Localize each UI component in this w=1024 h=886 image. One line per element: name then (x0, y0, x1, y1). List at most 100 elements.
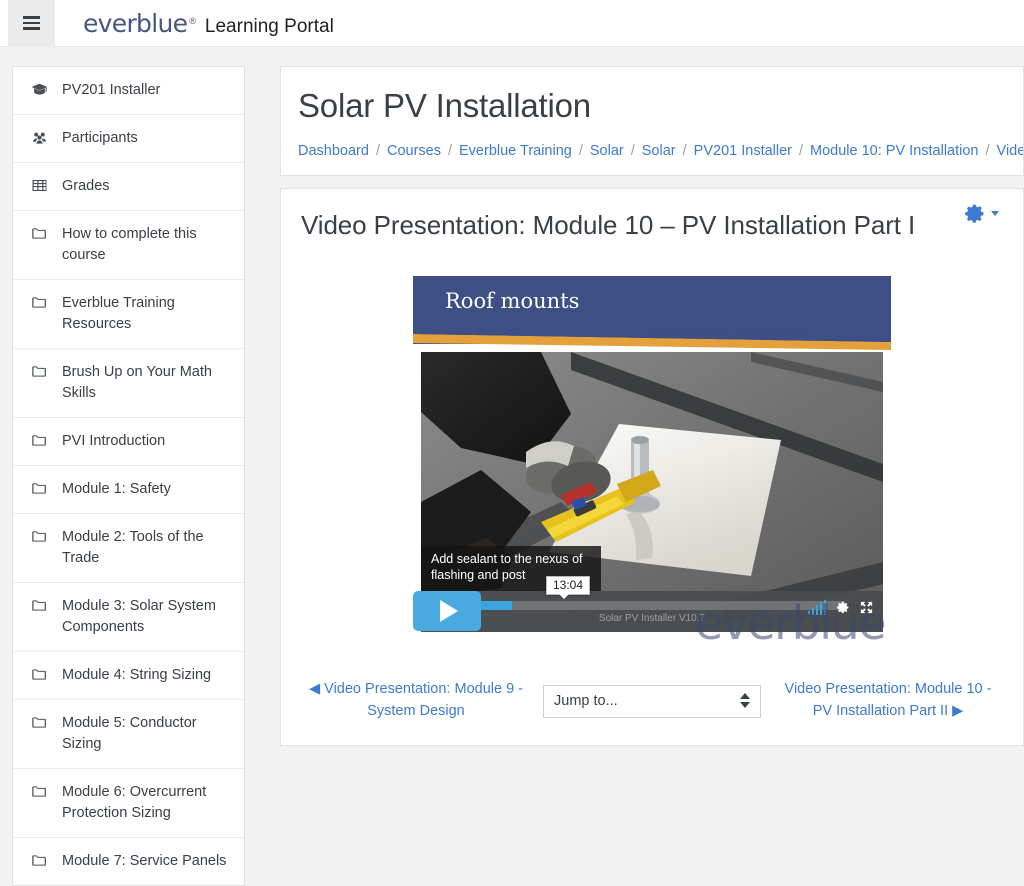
folder-icon (32, 228, 46, 239)
sidebar-item-label: Module 3: Solar System Components (62, 598, 216, 636)
folder-icon (32, 366, 46, 377)
folder-icon (31, 479, 53, 498)
sidebar-item-label: Grades (62, 178, 110, 195)
next-activity-link[interactable]: Video Presentation: Module 10 - PV Insta… (761, 679, 997, 723)
folder-icon (32, 669, 46, 680)
breadcrumb-link[interactable]: Module 10: PV Installation (810, 143, 978, 159)
folder-icon (32, 786, 46, 797)
video-controls-right (807, 600, 875, 616)
video-progress-bar[interactable] (453, 601, 845, 611)
breadcrumb-separator: / (578, 142, 583, 159)
hamburger-bar (23, 27, 40, 30)
breadcrumb-separator: / (375, 142, 380, 159)
jump-to-select[interactable]: Jump to... (543, 684, 761, 718)
video-controls-bar[interactable]: 13:04 Solar PV Installer V10.7 (421, 576, 883, 633)
sidebar-item-module-6-overcurrent-protection-sizing[interactable]: Module 6: Overcurrent Protection Sizing (13, 769, 244, 839)
folder-icon (31, 596, 53, 615)
sidebar-item-label: PVI Introduction (62, 433, 166, 450)
sidebar-item-module-2-tools-of-the-trade[interactable]: Module 2: Tools of the Trade (13, 514, 244, 584)
folder-icon (31, 224, 53, 243)
video-player[interactable]: Roof mounts Add sealant to the nexus of … (413, 276, 891, 646)
activity-title: Video Presentation: Module 10 – PV Insta… (301, 209, 916, 240)
volume-bar (811, 608, 814, 616)
sidebar-item-label: Module 6: Overcurrent Protection Sizing (62, 784, 207, 822)
chevron-down-icon[interactable] (991, 210, 999, 216)
sidebar-item-pv201-installer[interactable]: PV201 Installer (13, 67, 244, 116)
sidebar-item-brush-up-on-your-math-skills[interactable]: Brush Up on Your Math Skills (13, 349, 244, 419)
sidebar-item-label: Module 1: Safety (62, 481, 171, 498)
volume-bar (807, 611, 810, 616)
page-title: Solar PV Installation (298, 87, 591, 124)
breadcrumb-link[interactable]: Dashboard (298, 143, 369, 159)
breadcrumb-link[interactable]: Courses (387, 143, 441, 159)
slide-accent-stripe (413, 334, 891, 351)
folder-icon (31, 665, 53, 684)
hamburger-icon[interactable] (8, 0, 55, 47)
top-navbar: everblue ® Learning Portal (0, 0, 1024, 47)
folder-icon (31, 293, 53, 312)
sidebar-item-label: Module 4: String Sizing (62, 667, 212, 684)
gear-icon[interactable] (965, 203, 986, 224)
grid-table-icon (32, 180, 47, 192)
sidebar-item-grades[interactable]: Grades (13, 163, 244, 212)
sidebar-item-how-to-complete-this-course[interactable]: How to complete this course (13, 211, 244, 281)
play-icon[interactable] (413, 591, 481, 632)
activity-settings-menu[interactable] (965, 203, 999, 224)
sidebar-item-label: Module 5: Conductor Sizing (62, 715, 197, 753)
main-content: Solar PV Installation Dashboard / Courses /… (262, 47, 1024, 758)
volume-bar (815, 605, 818, 616)
users-icon (32, 132, 47, 144)
folder-icon (31, 527, 53, 546)
sidebar-item-everblue-training-resources[interactable]: Everblue Training Resources (13, 280, 244, 350)
video-frame[interactable]: Add sealant to the nexus of flashing and… (421, 352, 883, 633)
breadcrumb: Dashboard / Courses / Everblue Training / Sola… (298, 143, 1023, 159)
sidebar-item-pvi-introduction[interactable]: PVI Introduction (13, 418, 244, 467)
users-icon (31, 128, 53, 147)
sidebar-item-label: PV201 Installer (62, 82, 161, 98)
hamburger-bar (23, 21, 40, 25)
sidebar-item-label: Module 7: Service Panels (62, 853, 227, 870)
folder-icon (32, 531, 46, 542)
volume-bars-icon[interactable] (807, 600, 826, 616)
graduation-cap-icon (31, 83, 48, 95)
folder-icon (32, 297, 46, 308)
folder-icon (31, 431, 53, 450)
breadcrumb-separator: / (630, 142, 635, 159)
folder-icon (32, 483, 46, 494)
previous-activity-link[interactable]: ◀ Video Presentation: Module 9 - System … (307, 679, 543, 723)
sidebar-item-participants[interactable]: Participants (13, 115, 244, 164)
folder-icon (32, 717, 46, 728)
folder-icon (32, 435, 46, 446)
folder-icon (31, 362, 53, 381)
folder-icon (31, 851, 53, 870)
folder-icon (32, 600, 46, 611)
activity-card: Video Presentation: Module 10 – PV Insta… (280, 187, 1024, 746)
video-timecode-tooltip: 13:04 (546, 576, 591, 600)
folder-icon (31, 713, 53, 732)
gear-icon[interactable] (835, 600, 850, 615)
breadcrumb-link[interactable]: Solar (642, 143, 676, 159)
volume-bar (819, 602, 822, 616)
slide-title: Roof mounts (445, 289, 580, 314)
breadcrumb-link[interactable]: Vide (997, 143, 1023, 159)
breadcrumb-link[interactable]: PV201 Installer (694, 143, 792, 159)
breadcrumb-separator: / (985, 142, 990, 159)
breadcrumb-separator: / (799, 142, 804, 159)
breadcrumb-separator: / (682, 142, 687, 159)
breadcrumb-link[interactable]: Solar (590, 143, 624, 159)
volume-bar (823, 600, 826, 616)
course-sidebar: PV201 Installer Participants Grades How to … (12, 66, 245, 886)
brand-name: everblue (83, 8, 188, 38)
sidebar-item-module-7-service-panels[interactable]: Module 7: Service Panels (13, 838, 244, 886)
fullscreen-icon[interactable] (859, 600, 874, 615)
jump-to-wrapper: Jump to... (543, 684, 761, 718)
sidebar-item-module-1-safety[interactable]: Module 1: Safety (13, 466, 244, 515)
sidebar-item-label: Participants (62, 130, 138, 147)
breadcrumb-link[interactable]: Everblue Training (459, 143, 572, 159)
sidebar-item-module-4-string-sizing[interactable]: Module 4: String Sizing (13, 652, 244, 701)
folder-icon (32, 855, 46, 866)
hamburger-bar (23, 16, 40, 19)
brand-logo[interactable]: everblue ® Learning Portal (83, 11, 334, 36)
sidebar-item-module-3-solar-system-components[interactable]: Module 3: Solar System Components (13, 583, 244, 653)
sidebar-item-module-5-conductor-sizing[interactable]: Module 5: Conductor Sizing (13, 700, 244, 770)
